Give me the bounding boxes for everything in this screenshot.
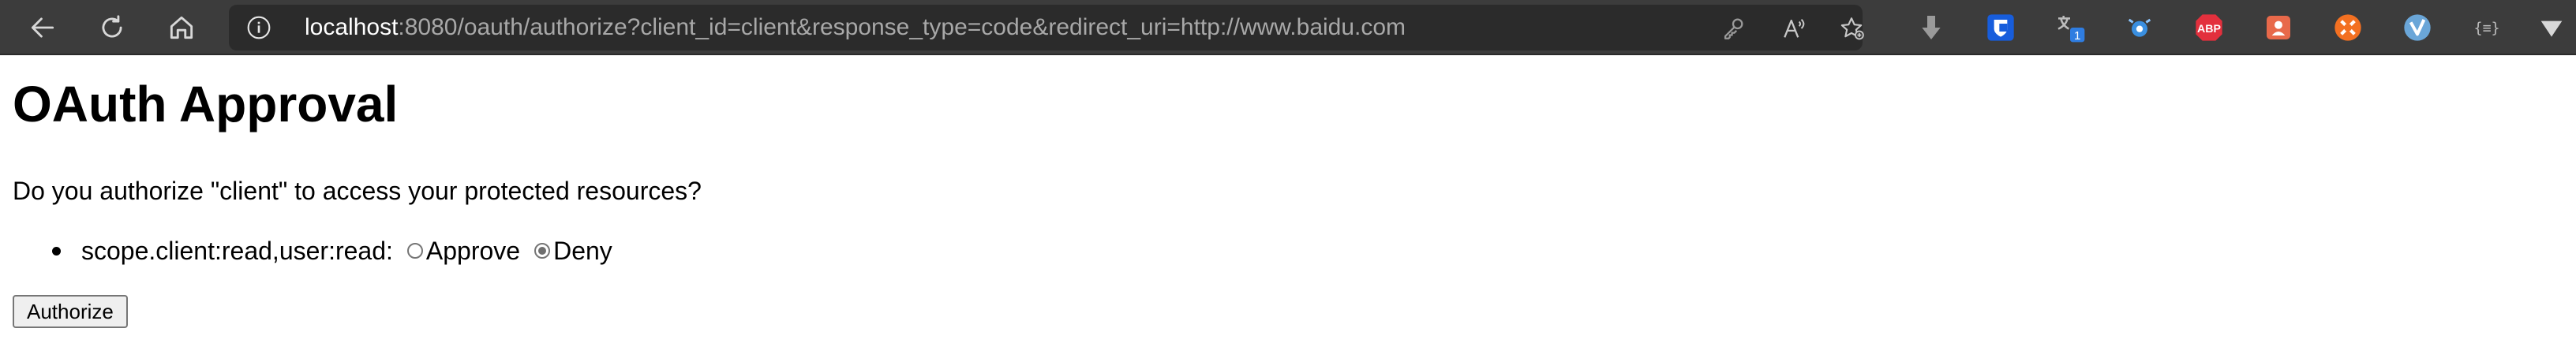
adblock-plus-extension-icon[interactable]: ABP [2192, 11, 2226, 44]
key-icon[interactable] [1719, 14, 1747, 43]
deny-radio[interactable]: Deny [534, 235, 612, 267]
authorization-question: Do you authorize "client" to access your… [13, 177, 702, 205]
url-path: :8080/oauth/authorize?client_id=client&r… [398, 14, 1406, 40]
json-extension-icon[interactable]: {≡} [2470, 11, 2503, 44]
back-arrow-icon[interactable] [24, 9, 62, 47]
blue-v-extension-icon[interactable] [2401, 11, 2434, 44]
list-item: scope.client:read,user:read: Approve Den… [47, 235, 612, 267]
bitwarden-extension-icon[interactable] [1984, 11, 2017, 44]
read-aloud-icon[interactable] [1780, 14, 1809, 43]
eye-extension-icon[interactable] [2123, 11, 2156, 44]
address-bar[interactable]: localhost:8080/oauth/authorize?client_id… [229, 5, 1866, 50]
authorize-button[interactable]: Authorize [13, 295, 128, 328]
page-title: OAuth Approval [13, 76, 399, 132]
favorite-star-icon[interactable] [1837, 14, 1866, 43]
deny-radio-button[interactable] [534, 243, 551, 259]
deny-label[interactable]: Deny [553, 235, 612, 267]
home-icon[interactable] [163, 9, 200, 47]
orange-circle-extension-icon[interactable] [2331, 11, 2364, 44]
scope-label: scope.client:read,user:read: [81, 237, 393, 265]
json-label: {≡} [2473, 21, 2499, 37]
scope-list: scope.client:read,user:read: Approve Den… [47, 235, 612, 267]
url-text[interactable]: localhost:8080/oauth/authorize?client_id… [305, 14, 1406, 41]
info-icon[interactable] [246, 15, 271, 40]
orange-extension-icon[interactable] [2262, 11, 2295, 44]
url-host: localhost [305, 14, 399, 40]
bullet-icon [52, 246, 61, 256]
reload-icon[interactable] [93, 9, 131, 47]
download-extension-icon[interactable] [1915, 11, 1948, 44]
approve-radio[interactable]: Approve [406, 235, 520, 267]
translate-extension-icon[interactable]: 1 [2054, 11, 2087, 44]
browser-toolbar: localhost:8080/oauth/authorize?client_id… [0, 0, 2576, 55]
chevron-down-icon[interactable] [2535, 11, 2568, 44]
approve-label[interactable]: Approve [426, 235, 520, 267]
approve-radio-button[interactable] [406, 243, 423, 259]
page-content: OAuth Approval Do you authorize "client"… [0, 55, 2576, 347]
abp-label: ABP [2197, 23, 2221, 35]
translate-badge: 1 [2074, 29, 2080, 43]
